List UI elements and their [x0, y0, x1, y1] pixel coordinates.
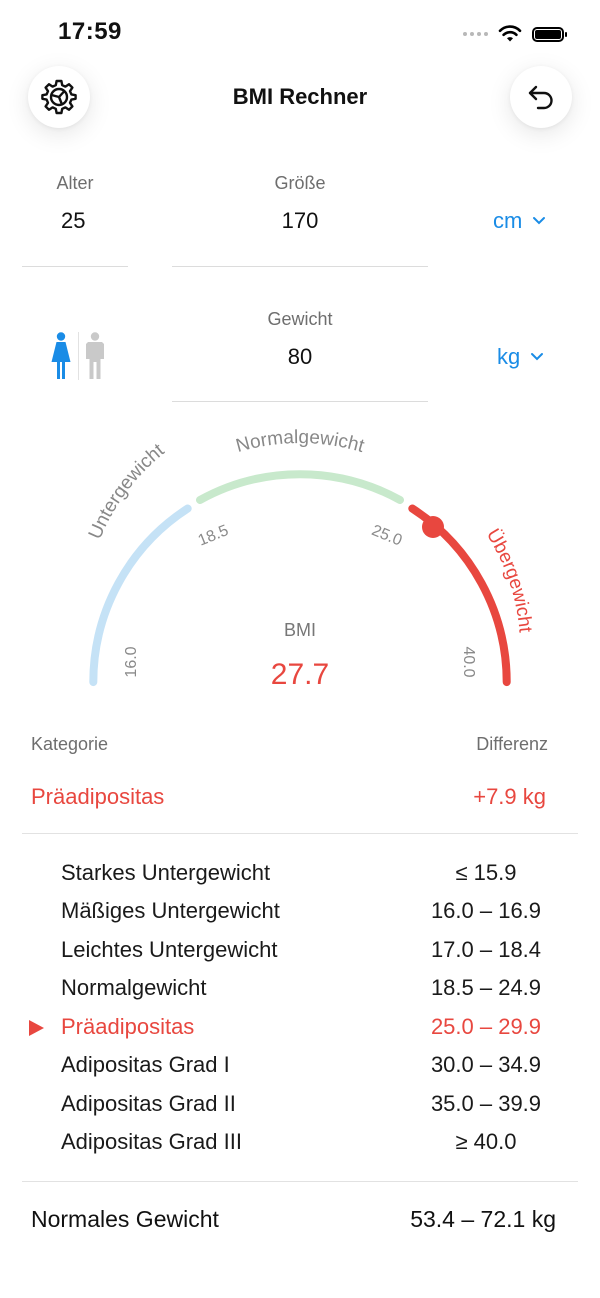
category-range: ≤ 15.9 — [455, 860, 517, 885]
divider — [22, 833, 578, 834]
table-row: Adipositas Grad II 35.0 – 39.9 — [0, 1086, 600, 1124]
gauge-label-over: Übergewicht — [482, 525, 536, 634]
category-range: 18.5 – 24.9 — [430, 975, 542, 1000]
bmi-label: BMI — [283, 620, 316, 640]
category-name: Starkes Untergewicht — [61, 860, 271, 885]
undo-icon — [528, 85, 553, 110]
table-row: Adipositas Grad I 30.0 – 34.9 — [0, 1047, 600, 1085]
age-input[interactable]: 25 — [22, 208, 128, 234]
table-row-active: Präadipositas 25.0 – 29.9 — [0, 1009, 600, 1047]
category-range: 30.0 – 34.9 — [430, 1052, 542, 1077]
age-underline — [22, 266, 128, 267]
gauge-needle — [422, 516, 444, 538]
difference-value: +7.9 kg — [473, 784, 546, 809]
weight-input[interactable]: 80 — [172, 344, 428, 370]
category-name: Adipositas Grad I — [61, 1052, 230, 1077]
category-header: Kategorie — [31, 734, 109, 754]
female-icon[interactable] — [50, 332, 72, 380]
category-name: Leichtes Untergewicht — [61, 937, 278, 962]
status-time: 17:59 — [58, 18, 122, 45]
category-name: Mäßiges Untergewicht — [61, 898, 280, 923]
category-name: Normalgewicht — [61, 975, 207, 1000]
divider — [22, 1181, 578, 1182]
wifi-icon — [498, 25, 522, 42]
category-value: Präadipositas — [31, 784, 165, 809]
gauge-label-under: Untergewicht — [85, 439, 169, 542]
gauge-label-normal: Normalgewicht — [234, 427, 367, 457]
height-underline — [172, 266, 428, 267]
height-label: Größe — [274, 173, 326, 193]
normal-weight-label: Normales Gewicht — [31, 1206, 219, 1232]
category-range: 16.0 – 16.9 — [430, 898, 542, 923]
signal-icon — [463, 32, 488, 36]
height-unit-label: cm — [493, 208, 523, 233]
height-unit-select[interactable]: cm — [493, 208, 546, 234]
normal-weight-value: 53.4 – 72.1 kg — [410, 1206, 556, 1232]
table-row: Normalgewicht 18.5 – 24.9 — [0, 970, 600, 1008]
male-icon[interactable] — [85, 332, 105, 380]
battery-icon — [532, 26, 567, 42]
current-category-marker-icon — [29, 1020, 44, 1036]
table-row: Adipositas Grad III ≥ 40.0 — [0, 1124, 600, 1162]
height-input[interactable]: 170 — [172, 208, 428, 234]
gender-divider — [78, 332, 79, 380]
category-range: ≥ 40.0 — [455, 1129, 517, 1154]
gauge-normal-arc — [196, 470, 404, 504]
bmi-value: 27.7 — [270, 658, 330, 691]
age-label: Alter — [56, 173, 94, 193]
table-row: Mäßiges Untergewicht 16.0 – 16.9 — [0, 893, 600, 931]
chevron-down-icon — [531, 353, 544, 361]
category-range: 35.0 – 39.9 — [430, 1091, 542, 1116]
category-name: Adipositas Grad III — [61, 1129, 242, 1154]
category-range: 25.0 – 29.9 — [430, 1014, 542, 1039]
category-range: 17.0 – 18.4 — [430, 937, 542, 962]
difference-header: Differenz — [476, 734, 548, 754]
weight-label: Gewicht — [267, 309, 333, 329]
category-name: Präadipositas — [61, 1014, 195, 1039]
weight-underline — [172, 401, 428, 402]
tick-18-5: 18.5 — [196, 522, 231, 549]
gauge-under-arc — [89, 504, 192, 687]
status-icons — [463, 22, 567, 46]
chevron-down-icon — [533, 217, 546, 225]
weight-unit-select[interactable]: kg — [497, 344, 544, 370]
table-row: Leichtes Untergewicht 17.0 – 18.4 — [0, 932, 600, 970]
weight-unit-label: kg — [497, 344, 521, 369]
table-row: Starkes Untergewicht ≤ 15.9 — [0, 855, 600, 893]
gender-toggle[interactable] — [50, 332, 105, 380]
undo-button[interactable] — [510, 66, 572, 128]
category-name: Adipositas Grad II — [61, 1091, 236, 1116]
tick-25: 25.0 — [369, 522, 404, 549]
